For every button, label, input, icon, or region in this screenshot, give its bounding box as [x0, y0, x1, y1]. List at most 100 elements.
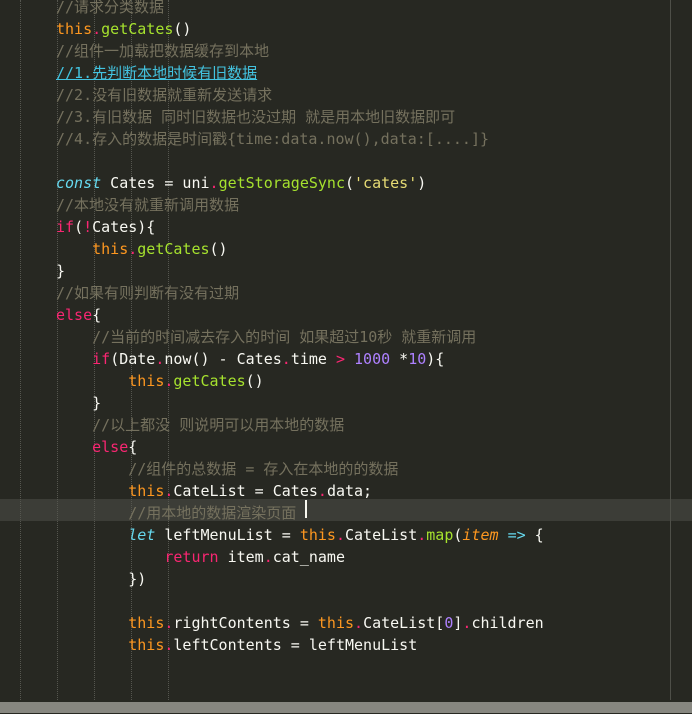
code-token: !	[83, 218, 93, 236]
code-token: if	[56, 218, 75, 236]
code-token: leftMenuList =	[155, 526, 300, 544]
code-line[interactable]: //如果有则判断有没有过期	[0, 282, 544, 304]
code-token: {	[525, 526, 544, 544]
code-token: this	[128, 636, 165, 654]
code-line[interactable]: //用本地的数据渲染页面	[0, 502, 544, 524]
code-line[interactable]: })	[0, 568, 544, 590]
code-line[interactable]: let leftMenuList = this.CateList.map(ite…	[0, 524, 544, 546]
code-line[interactable]: //请求分类数据	[0, 0, 544, 18]
code-token: Cates){	[92, 218, 156, 236]
code-token: //本地没有就重新调用数据	[56, 196, 240, 214]
code-token: CateList[	[363, 614, 445, 632]
code-line[interactable]: //当前的时间减去存入的时间 如果超过10秒 就重新调用	[0, 326, 544, 348]
code-token: 1000	[354, 350, 391, 368]
code-token: children	[471, 614, 544, 632]
column-ruler	[670, 0, 671, 700]
code-token: (	[345, 174, 355, 192]
code-line[interactable]: //1.先判断本地时候有旧数据	[0, 62, 544, 84]
code-token: {	[128, 438, 138, 456]
code-token: let	[128, 526, 156, 544]
code-line[interactable]: }	[0, 260, 544, 282]
code-token: //用本地的数据渲染页面	[128, 504, 297, 522]
code-token: else	[56, 306, 93, 324]
code-token: getCates	[173, 372, 246, 390]
code-token: const	[56, 174, 102, 192]
code-line[interactable]: this.leftContents = leftMenuList	[0, 634, 544, 656]
code-line[interactable]: this.getCates()	[0, 18, 544, 40]
code-line[interactable]: const Cates = uni.getStorageSync('cates'…	[0, 172, 544, 194]
code-token: item	[462, 526, 499, 544]
code-line[interactable]: }	[0, 392, 544, 414]
horizontal-scrollbar-thumb[interactable]	[0, 702, 692, 713]
code-line[interactable]: this.getCates()	[0, 370, 544, 392]
code-token: getStorageSync	[218, 174, 345, 192]
code-token: rightContents =	[173, 614, 318, 632]
code-token: .	[263, 548, 273, 566]
code-token: //请求分类数据	[56, 0, 165, 16]
code-line[interactable]	[0, 150, 544, 172]
code-line[interactable]: //组件一加载把数据缓存到本地	[0, 40, 544, 62]
code-token: ()	[245, 372, 264, 390]
code-token: ()	[209, 240, 228, 258]
code-line[interactable]	[0, 678, 544, 700]
code-token: }	[56, 394, 102, 412]
code-token: return	[164, 548, 219, 566]
code-token: map	[426, 526, 454, 544]
code-token: ){	[426, 350, 445, 368]
code-token: ()	[173, 20, 192, 38]
code-token: this	[317, 614, 355, 632]
code-line[interactable]: if(!Cates){	[0, 216, 544, 238]
code-line[interactable]	[0, 656, 544, 678]
code-line[interactable]: else{	[0, 304, 544, 326]
code-token: .	[128, 240, 138, 258]
code-token: .	[281, 350, 291, 368]
code-editor-surface[interactable]: //请求分类数据 this.getCates()//组件一加载把数据缓存到本地//…	[0, 0, 692, 700]
code-token: getCates	[137, 240, 210, 258]
code-token: //4.存入的数据是时间戳{time:data.now(),data:[....…	[56, 130, 490, 148]
code-token: //3.有旧数据 同时旧数据也没过期 就是用本地旧数据即可	[56, 108, 456, 126]
code-line[interactable]: //3.有旧数据 同时旧数据也没过期 就是用本地旧数据即可	[0, 106, 544, 128]
code-line[interactable]: //2.没有旧数据就重新发送请求	[0, 84, 544, 106]
code-line[interactable]: else{	[0, 436, 544, 458]
code-token: //组件的总数据 = 存入在本地的的数据	[128, 460, 399, 478]
code-token: (Date	[110, 350, 156, 368]
code-token: leftContents = leftMenuList	[173, 636, 418, 654]
code-line[interactable]: //本地没有就重新调用数据	[0, 194, 544, 216]
code-token: .	[417, 526, 427, 544]
code-token: this	[56, 20, 93, 38]
code-token: .	[317, 482, 327, 500]
code-token: CateList = Cates	[173, 482, 318, 500]
code-token: this	[128, 372, 165, 390]
code-token: (	[74, 218, 84, 236]
code-line[interactable]: this.rightContents = this.CateList[0].ch…	[0, 612, 544, 634]
code-token: item	[218, 548, 264, 566]
code-line[interactable]: this.CateList = Cates.data;	[0, 480, 544, 502]
code-token: //以上都没 则说明可以用本地的数据	[92, 416, 345, 434]
code-line[interactable]: return item.cat_name	[0, 546, 544, 568]
code-token: =>	[507, 526, 526, 544]
code-token: {	[92, 306, 102, 324]
code-token: )	[417, 174, 427, 192]
code-line[interactable]: //4.存入的数据是时间戳{time:data.now(),data:[....…	[0, 128, 544, 150]
code-line[interactable]: //以上都没 则说明可以用本地的数据	[0, 414, 544, 436]
code-token: .	[209, 174, 219, 192]
code-token: data;	[326, 482, 373, 500]
code-token: if	[92, 350, 111, 368]
code-line[interactable]	[0, 590, 544, 612]
code-line[interactable]: if(Date.now() - Cates.time > 1000 *10){	[0, 348, 544, 370]
code-token: CateList	[345, 526, 418, 544]
horizontal-scrollbar-track[interactable]	[0, 700, 692, 714]
code-lines[interactable]: //请求分类数据 this.getCates()//组件一加载把数据缓存到本地//…	[0, 0, 544, 700]
code-token: //1.先判断本地时候有旧数据	[56, 64, 258, 82]
code-line[interactable]: this.getCates()	[0, 238, 544, 260]
code-editor-window: //请求分类数据 this.getCates()//组件一加载把数据缓存到本地//…	[0, 0, 692, 714]
code-line[interactable]: //组件的总数据 = 存入在本地的的数据	[0, 458, 544, 480]
